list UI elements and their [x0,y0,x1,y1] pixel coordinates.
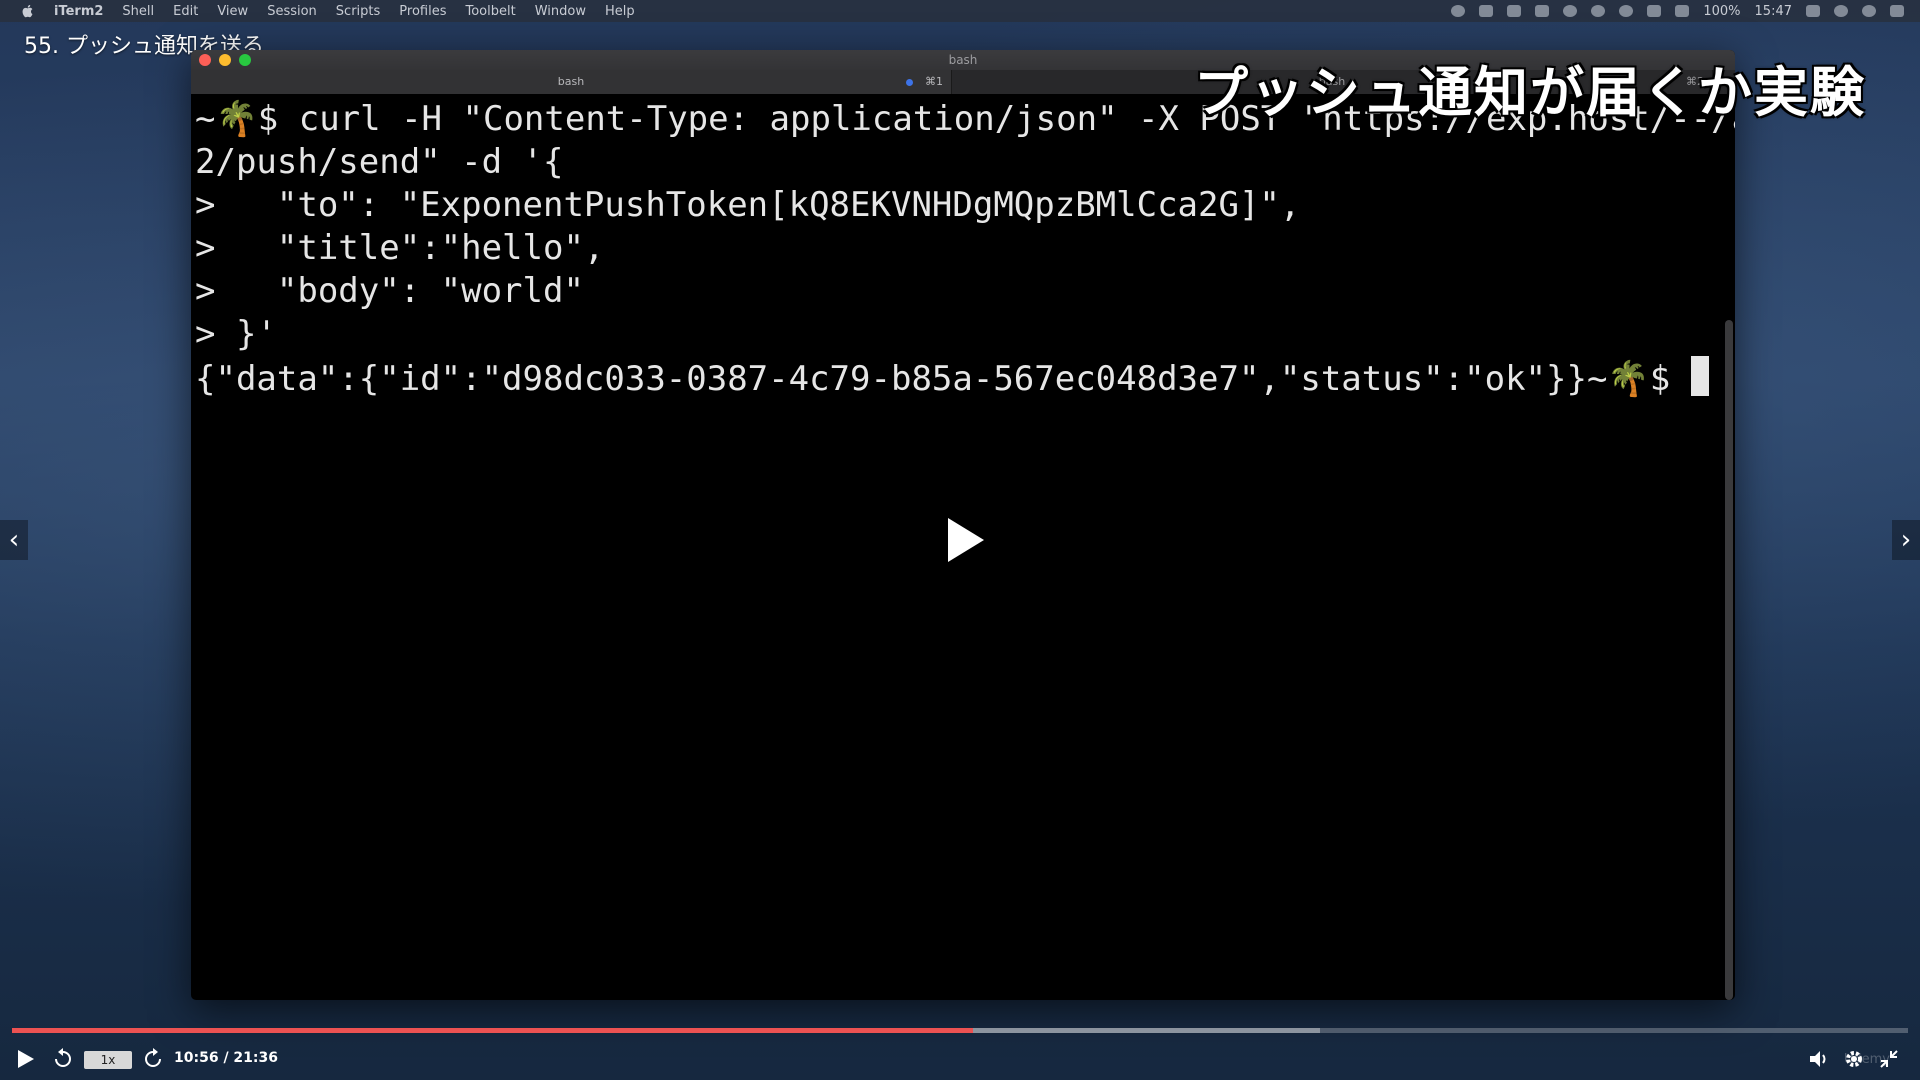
menu-profiles[interactable]: Profiles [399,4,446,19]
time-machine-icon[interactable] [1619,5,1634,17]
apple-icon[interactable] [20,3,36,19]
menu-edit[interactable]: Edit [173,4,198,19]
played-bar [12,1028,973,1033]
terminal-line: > "title":"hello", [195,228,605,268]
airplay-icon[interactable] [1479,5,1494,17]
volume-icon[interactable] [1808,1048,1830,1070]
playback-speed-button[interactable]: 1x [84,1051,132,1069]
terminal-line: > "body": "world" [195,271,584,311]
menu-shell[interactable]: Shell [122,4,154,19]
brand-watermark: Udemy [1843,1052,1890,1067]
terminal-line: {"data":{"id":"d98dc033-0387-4c79-b85a-5… [195,359,1691,399]
playback-time: 10:56 / 21:36 [174,1050,278,1066]
menu-help[interactable]: Help [605,4,635,19]
menu-bar: iTerm2 Shell Edit View Session Scripts P… [0,0,1920,22]
menu-session[interactable]: Session [267,4,317,19]
close-button[interactable] [199,54,211,66]
tab-shortcut: ⌘1 [925,75,943,88]
zoom-button[interactable] [239,54,251,66]
status-area: 100% 15:47 [1451,0,1904,22]
video-progress-bar[interactable] [12,1028,1908,1033]
minimize-button[interactable] [219,54,231,66]
search-icon[interactable] [1834,5,1848,17]
battery-percent[interactable]: 100% [1703,4,1740,19]
terminal-line: > "to": "ExponentPushToken[kQ8EKVNHDgMQp… [195,185,1301,225]
record-icon[interactable] [1451,5,1466,17]
menu-view[interactable]: View [217,4,248,19]
forward-icon[interactable] [142,1048,164,1070]
tab-bash-1[interactable]: bash ⌘1 [191,70,952,94]
target-icon[interactable] [1563,5,1578,17]
play-button-icon[interactable] [16,1048,36,1070]
chevron-right-icon: › [1900,525,1912,555]
rewind-icon[interactable] [52,1048,74,1070]
terminal-line: 2/push/send" -d '{ [195,142,564,182]
player-controls: 1x 10:56 / 21:36 Udemy [0,1040,1920,1080]
menu-toolbelt[interactable]: Toolbelt [465,4,515,19]
notification-center-icon[interactable] [1890,5,1904,17]
menu-app-name[interactable]: iTerm2 [54,4,103,19]
chevron-left-icon: ‹ [8,525,20,555]
docker-icon[interactable] [1535,5,1550,17]
accessibility-icon[interactable] [1591,5,1606,17]
text-cursor [1690,356,1709,396]
siri-icon[interactable] [1862,5,1876,17]
terminal-prompt-line: {"data":{"id":"d98dc033-0387-4c79-b85a-5… [195,356,1719,401]
user-icon[interactable] [1806,5,1820,17]
menu-window[interactable]: Window [535,4,586,19]
window-controls [199,54,251,66]
play-icon[interactable] [946,516,986,564]
volume-icon[interactable] [1675,5,1690,17]
video-caption-overlay: プッシュ通知が届くか実験 [1194,61,1866,124]
terminal-line: > }' [195,314,277,354]
tab-label: bash [557,75,585,88]
cloud-icon[interactable] [1507,5,1522,17]
next-lesson-button[interactable]: › [1892,520,1920,560]
activity-dot-icon [906,79,913,86]
previous-lesson-button[interactable]: ‹ [0,520,28,560]
terminal-scrollbar[interactable] [1725,320,1733,1000]
window-title: bash [948,53,978,67]
menu-scripts[interactable]: Scripts [336,4,380,19]
menubar-clock[interactable]: 15:47 [1755,4,1792,19]
wifi-icon[interactable] [1647,5,1662,17]
